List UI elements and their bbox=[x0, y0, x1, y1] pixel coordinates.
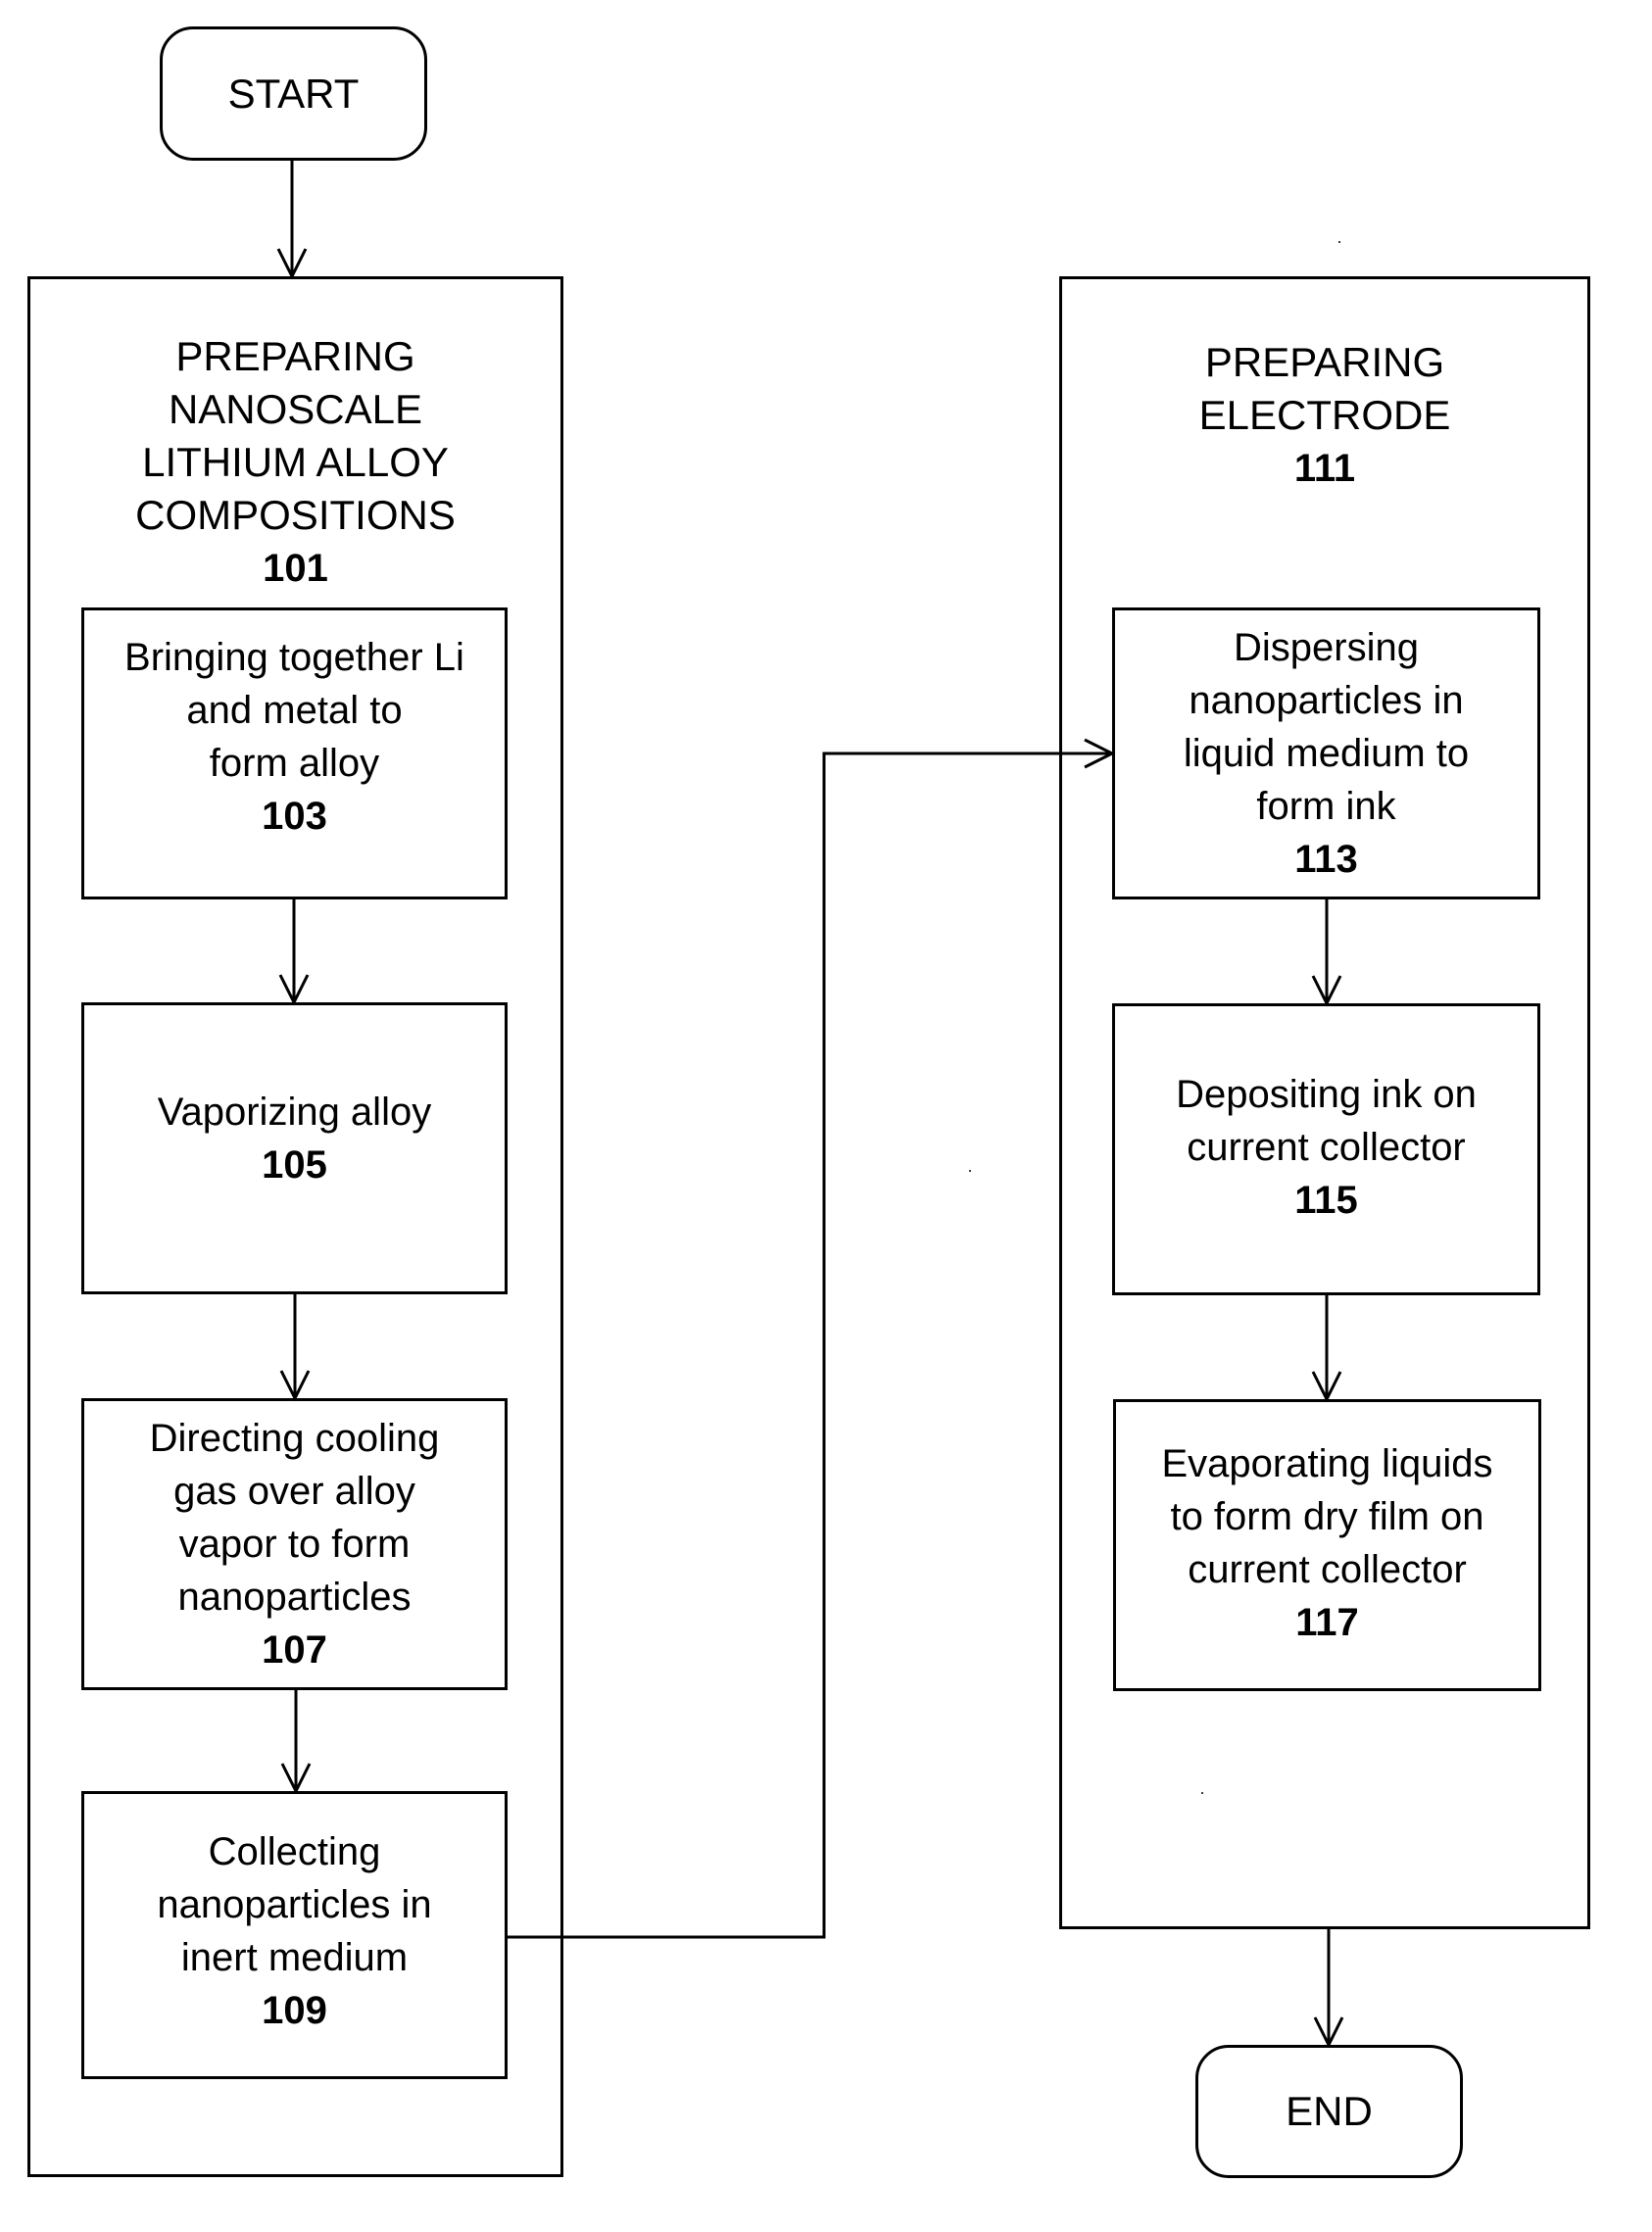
step-105-ref: 105 bbox=[262, 1143, 327, 1187]
scan-speck bbox=[969, 1170, 971, 1172]
step-113-label: Dispersing nanoparticles in liquid mediu… bbox=[1183, 626, 1470, 828]
edge-start-to-101 bbox=[276, 161, 308, 280]
start-terminal: START bbox=[160, 26, 427, 161]
step-107: Directing cooling gas over alloy vapor t… bbox=[81, 1398, 508, 1690]
scan-speck bbox=[1338, 241, 1340, 243]
step-117-ref: 117 bbox=[1295, 1601, 1359, 1644]
end-terminal: END bbox=[1195, 2045, 1463, 2178]
step-103-ref: 103 bbox=[262, 795, 327, 838]
step-105-label: Vaporizing alloy bbox=[157, 1091, 432, 1134]
step-109-label: Collecting nanoparticles in inert medium bbox=[157, 1830, 432, 1979]
step-103: Bringing together Li and metal to form a… bbox=[81, 607, 508, 899]
step-113-ref: 113 bbox=[1294, 838, 1358, 881]
step-109: Collecting nanoparticles in inert medium… bbox=[81, 1791, 508, 2079]
step-103-label: Bringing together Li and metal to form a… bbox=[124, 636, 464, 785]
step-109-ref: 109 bbox=[262, 1989, 327, 2032]
group-101-title: PREPARING NANOSCALE LITHIUM ALLOY COMPOS… bbox=[135, 333, 456, 538]
group-101-ref: 101 bbox=[263, 547, 328, 590]
step-115: Depositing ink on current collector 115 bbox=[1112, 1003, 1540, 1295]
group-111-title: PREPARING ELECTRODE bbox=[1198, 339, 1451, 438]
step-105: Vaporizing alloy 105 bbox=[81, 1002, 508, 1294]
edge-109-to-113 bbox=[508, 738, 1116, 1939]
group-111-ref: 111 bbox=[1293, 447, 1356, 490]
step-115-ref: 115 bbox=[1294, 1179, 1358, 1222]
step-115-label: Depositing ink on current collector bbox=[1176, 1073, 1477, 1169]
start-label: START bbox=[227, 70, 360, 117]
step-107-ref: 107 bbox=[262, 1628, 327, 1672]
step-117-label: Evaporating liquids to form dry film on … bbox=[1161, 1442, 1493, 1591]
step-117: Evaporating liquids to form dry film on … bbox=[1113, 1399, 1541, 1691]
end-label: END bbox=[1286, 2088, 1373, 2134]
step-107-label: Directing cooling gas over alloy vapor t… bbox=[149, 1417, 440, 1619]
step-113: Dispersing nanoparticles in liquid mediu… bbox=[1112, 607, 1540, 899]
edge-111-to-end bbox=[1313, 1929, 1344, 2049]
